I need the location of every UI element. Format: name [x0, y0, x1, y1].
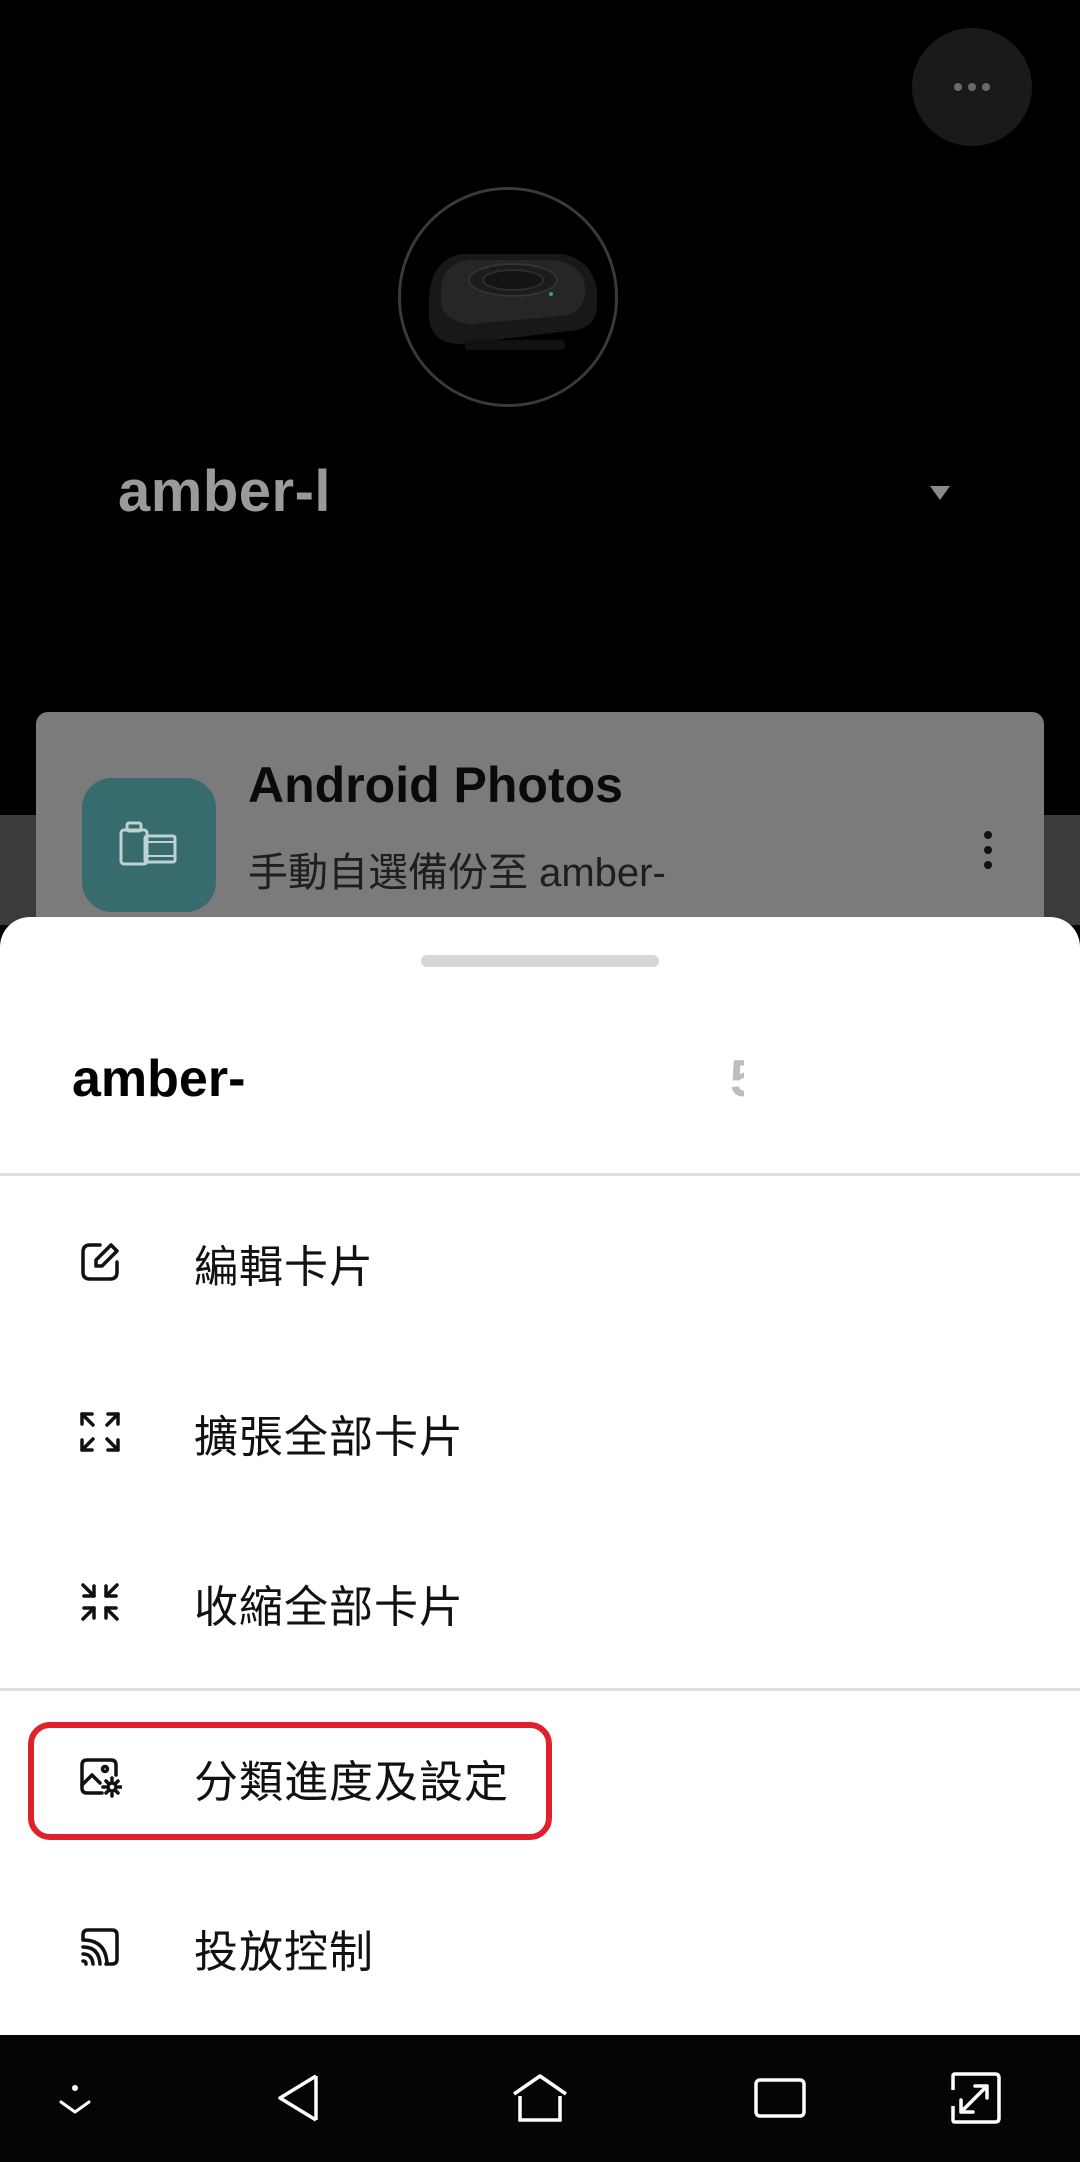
recents-button[interactable]: [745, 2063, 815, 2133]
collapse-icon: [81, 1583, 119, 1621]
drag-handle[interactable]: [421, 955, 659, 967]
redacted-area: [262, 1045, 752, 1111]
divider: [0, 1688, 1080, 1691]
device-name[interactable]: amber-l: [118, 458, 331, 525]
menu-item-label: 收縮全部卡片: [194, 1583, 464, 1632]
cast-icon: [81, 1928, 119, 1966]
menu-item-collapse-all[interactable]: 收縮全部卡片: [0, 1527, 1080, 1677]
recents-icon: [754, 2078, 806, 2118]
card-menu-button[interactable]: [982, 830, 994, 875]
more-options-button[interactable]: [912, 28, 1032, 146]
home-icon: [513, 2074, 567, 2122]
device-avatar[interactable]: [398, 187, 618, 407]
back-button[interactable]: [265, 2063, 335, 2133]
more-vertical-icon: [984, 831, 992, 869]
rotate-screen-icon: [951, 2072, 1001, 2124]
sheet-title-tail: 5: [730, 1049, 744, 1109]
menu-item-cast-control[interactable]: 投放控制: [0, 1872, 1080, 2022]
menu-item-expand-all[interactable]: 擴張全部卡片: [0, 1357, 1080, 1507]
home-button[interactable]: [505, 2063, 575, 2133]
menu-item-label: 擴張全部卡片: [194, 1413, 464, 1462]
photo-folder-icon: [82, 778, 216, 912]
sheet-title: amber-: [72, 1050, 246, 1108]
caret-down-icon[interactable]: [930, 486, 950, 500]
edit-icon: [81, 1243, 119, 1281]
nas-device-image: [401, 190, 615, 404]
highlight-box: [28, 1722, 552, 1840]
hide-nav-icon: [59, 2085, 91, 2114]
bottom-sheet: amber- 5 編輯卡片 擴張全部卡片: [0, 917, 1080, 2035]
more-horizontal-icon: [954, 83, 990, 91]
card-subtitle: 手動自選備份至 amber-: [248, 851, 666, 895]
redacted-area: [352, 462, 912, 524]
menu-item-label: 投放控制: [194, 1928, 374, 1977]
system-nav-bar: [0, 2035, 1080, 2162]
hide-nav-button[interactable]: [40, 2063, 110, 2133]
menu-item-label: 編輯卡片: [194, 1243, 374, 1292]
expand-icon: [80, 1412, 120, 1452]
rotate-button[interactable]: [940, 2063, 1010, 2133]
card-title: Android Photos: [248, 757, 623, 813]
menu-item-edit-card[interactable]: 編輯卡片: [0, 1187, 1080, 1337]
back-icon: [278, 2074, 318, 2122]
backup-task-card[interactable]: Android Photos 手動自選備份至 amber-: [36, 712, 1044, 952]
divider: [0, 1173, 1080, 1176]
